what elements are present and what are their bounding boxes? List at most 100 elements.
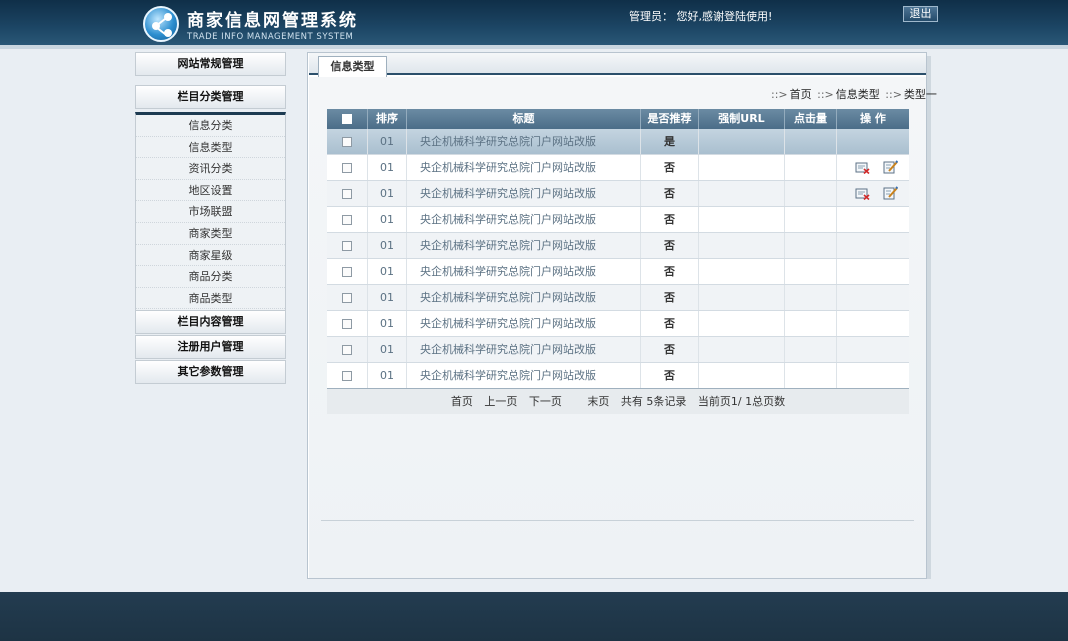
pager-first[interactable]: 首页 [451, 395, 473, 408]
submenu-item-info-category[interactable]: 信息分类 [136, 115, 285, 137]
row-order: 01 [368, 363, 407, 388]
row-clicks [785, 259, 837, 284]
menu-content-management[interactable]: 栏目内容管理 [135, 310, 286, 334]
breadcrumb-home[interactable]: 首页 [790, 88, 812, 101]
breadcrumb-arrow-icon: ::> [885, 88, 902, 101]
footer [0, 592, 1068, 641]
row-checkbox[interactable] [342, 215, 352, 225]
row-clicks [785, 285, 837, 310]
submenu-item-market-alliance[interactable]: 市场联盟 [136, 201, 285, 223]
row-title[interactable]: 央企机械科学研究总院门户网站改版 [407, 337, 641, 362]
row-order: 01 [368, 155, 407, 180]
row-title[interactable]: 央企机械科学研究总院门户网站改版 [407, 311, 641, 336]
table-row[interactable]: 01 央企机械科学研究总院门户网站改版否 [327, 363, 909, 389]
row-checkbox[interactable] [342, 345, 352, 355]
edit-icon[interactable] [883, 160, 898, 174]
row-select-cell [327, 259, 368, 284]
submenu-item-merchant-rating[interactable]: 商家星级 [136, 245, 285, 267]
row-title[interactable]: 央企机械科学研究总院门户网站改版 [407, 363, 641, 388]
row-actions [837, 259, 909, 284]
header-order: 排序 [368, 109, 407, 129]
submenu-item-region-settings[interactable]: 地区设置 [136, 180, 285, 202]
table-row[interactable]: 01 央企机械科学研究总院门户网站改版否 [327, 207, 909, 233]
pager-prev[interactable]: 上一页 [484, 395, 517, 408]
breadcrumb-info-type[interactable]: 信息类型 [836, 88, 880, 101]
row-checkbox[interactable] [342, 267, 352, 277]
row-title[interactable]: 央企机械科学研究总院门户网站改版 [407, 233, 641, 258]
header-divider [0, 45, 1068, 49]
row-order: 01 [368, 233, 407, 258]
row-checkbox[interactable] [342, 371, 352, 381]
row-force-url [699, 129, 785, 154]
row-recommend: 是 [641, 129, 699, 154]
delete-icon[interactable] [855, 187, 870, 200]
row-select-cell [327, 207, 368, 232]
row-order: 01 [368, 337, 407, 362]
submenu-item-info-type[interactable]: 信息类型 [136, 137, 285, 159]
tab-info-type[interactable]: 信息类型 [318, 56, 387, 77]
row-checkbox[interactable] [342, 241, 352, 251]
row-actions [837, 155, 909, 180]
row-select-cell [327, 337, 368, 362]
menu-user-management[interactable]: 注册用户管理 [135, 335, 286, 359]
row-select-cell [327, 363, 368, 388]
row-order: 01 [368, 207, 407, 232]
breadcrumb-arrow-icon: ::> [771, 88, 788, 101]
logout-button[interactable]: 退出 [903, 6, 938, 22]
submenu-item-product-category[interactable]: 商品分类 [136, 266, 285, 288]
submenu-item-news-category[interactable]: 资讯分类 [136, 158, 285, 180]
table-row[interactable]: 01 央企机械科学研究总院门户网站改版否 [327, 181, 909, 207]
row-force-url [699, 259, 785, 284]
select-all-checkbox[interactable] [342, 114, 352, 124]
admin-greeting: 管理员： 您好,感谢登陆使用! [629, 10, 773, 23]
row-recommend: 否 [641, 207, 699, 232]
row-order: 01 [368, 259, 407, 284]
row-force-url [699, 337, 785, 362]
row-force-url [699, 155, 785, 180]
table-row[interactable]: 01 央企机械科学研究总院门户网站改版否 [327, 285, 909, 311]
row-clicks [785, 181, 837, 206]
row-title[interactable]: 央企机械科学研究总院门户网站改版 [407, 129, 641, 154]
menu-site-general[interactable]: 网站常规管理 [135, 52, 286, 76]
row-title[interactable]: 央企机械科学研究总院门户网站改版 [407, 259, 641, 284]
pager-current-page: 当前页1/ 1总页数 [697, 395, 786, 408]
row-actions [837, 233, 909, 258]
row-clicks [785, 207, 837, 232]
row-checkbox[interactable] [342, 293, 352, 303]
submenu-item-merchant-type[interactable]: 商家类型 [136, 223, 285, 245]
row-actions [837, 337, 909, 362]
row-title[interactable]: 央企机械科学研究总院门户网站改版 [407, 181, 641, 206]
table-row[interactable]: 01 央企机械科学研究总院门户网站改版否 [327, 259, 909, 285]
app-subtitle: TRADE INFO MANAGEMENT SYSTEM [187, 32, 354, 42]
header-force-url: 强制URL [699, 109, 785, 129]
menu-category-management[interactable]: 栏目分类管理 [135, 85, 286, 109]
row-title[interactable]: 央企机械科学研究总院门户网站改版 [407, 155, 641, 180]
row-title[interactable]: 央企机械科学研究总院门户网站改版 [407, 207, 641, 232]
table-row[interactable]: 01 央企机械科学研究总院门户网站改版否 [327, 337, 909, 363]
table-row[interactable]: 01 央企机械科学研究总院门户网站改版否 [327, 155, 909, 181]
row-force-url [699, 181, 785, 206]
submenu-item-product-type[interactable]: 商品类型 [136, 288, 285, 310]
menu-other-parameters[interactable]: 其它参数管理 [135, 360, 286, 384]
row-checkbox[interactable] [342, 137, 352, 147]
row-checkbox[interactable] [342, 319, 352, 329]
table-row[interactable]: 01 央企机械科学研究总院门户网站改版是 [327, 129, 909, 155]
row-select-cell [327, 181, 368, 206]
edit-icon[interactable] [883, 186, 898, 200]
table-row[interactable]: 01 央企机械科学研究总院门户网站改版否 [327, 233, 909, 259]
table-header: 排序 标题 是否推荐 强制URL 点击量 操 作 [327, 109, 909, 129]
header-title: 标题 [407, 109, 641, 129]
pager-next[interactable]: 下一页 [529, 395, 562, 408]
row-checkbox[interactable] [342, 163, 352, 173]
table-row[interactable]: 01 央企机械科学研究总院门户网站改版否 [327, 311, 909, 337]
pager-last[interactable]: 末页 [587, 395, 609, 408]
row-checkbox[interactable] [342, 189, 352, 199]
info-type-table: 排序 标题 是否推荐 强制URL 点击量 操 作 01 央企机械科学研究总院门户网… [327, 109, 909, 389]
row-title[interactable]: 央企机械科学研究总院门户网站改版 [407, 285, 641, 310]
row-select-cell [327, 129, 368, 154]
logo: 商家信息网管理系统 TRADE INFO MANAGEMENT SYSTEM [143, 3, 363, 43]
row-clicks [785, 337, 837, 362]
breadcrumb-arrow-icon: ::> [817, 88, 834, 101]
delete-icon[interactable] [855, 161, 870, 174]
row-recommend: 否 [641, 285, 699, 310]
